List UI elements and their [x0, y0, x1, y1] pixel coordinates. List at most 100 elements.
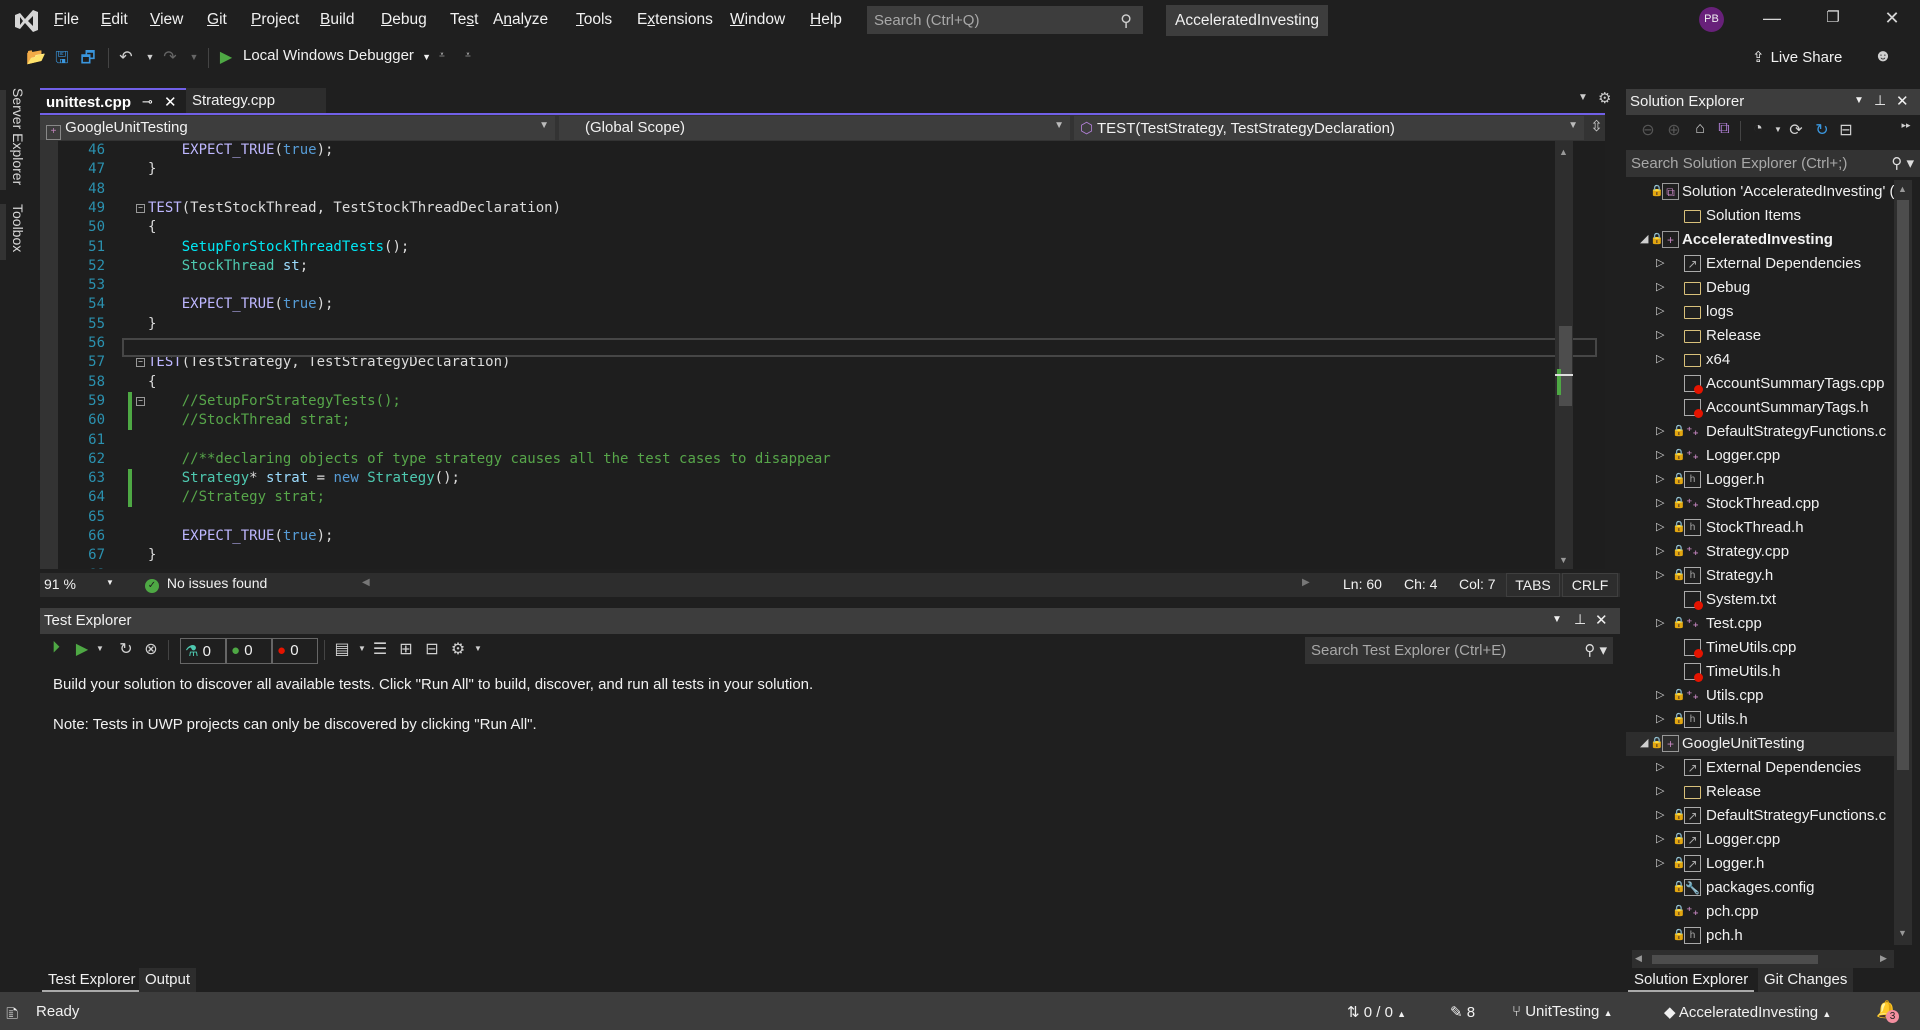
expand-arrow-icon[interactable]: ▷: [1656, 304, 1664, 317]
tree-item[interactable]: ▷ 🔒 ↗ DefaultStrategyFunctions.c: [1626, 804, 1894, 828]
redo-icon[interactable]: ↷: [160, 47, 180, 67]
search-icon[interactable]: ⚲ ▾: [1891, 154, 1914, 172]
expand-arrow-icon[interactable]: ▷: [1656, 496, 1664, 509]
scroll-left-icon[interactable]: ◀: [1635, 953, 1642, 964]
expand-arrow-icon[interactable]: ▷: [1656, 472, 1664, 485]
menu-test[interactable]: Test: [450, 11, 478, 29]
zoom-dropdown[interactable]: 91 % ▼: [44, 576, 116, 594]
tree-item[interactable]: ▷ 🔒 ⁺₊ Utils.cpp: [1626, 684, 1894, 708]
indentation-mode[interactable]: TABS: [1506, 573, 1560, 597]
tree-item[interactable]: ▷ 🔒 h Strategy.h: [1626, 564, 1894, 588]
refresh-icon[interactable]: ↻: [1812, 120, 1832, 140]
code-line[interactable]: 68: [40, 566, 1580, 569]
forward-icon[interactable]: ⊕: [1664, 120, 1684, 140]
member-dropdown[interactable]: ⬡ TEST(TestStrategy, TestStrategyDeclara…: [1074, 116, 1584, 140]
tab-list-dropdown-icon[interactable]: ▼: [1578, 92, 1588, 103]
tree-item[interactable]: Solution Items: [1626, 204, 1894, 228]
code-line[interactable]: 50 {: [40, 218, 1580, 237]
tree-item[interactable]: ▷ 🔒 ⁺₊ DefaultStrategyFunctions.c: [1626, 420, 1894, 444]
expand-arrow-icon[interactable]: ▷: [1656, 448, 1664, 461]
scope-dropdown[interactable]: (Global Scope) ▼: [559, 116, 1070, 140]
code-line[interactable]: 65: [40, 508, 1580, 527]
collapse-all-icon[interactable]: ⊟: [422, 639, 442, 659]
code-line[interactable]: 60 //StockThread strat;: [40, 411, 1580, 431]
tab-strategy-cpp[interactable]: Strategy.cpp: [186, 88, 326, 114]
expand-arrow-icon[interactable]: ▷: [1656, 352, 1664, 365]
scroll-right-icon[interactable]: ▶: [1880, 953, 1887, 964]
close-tab-icon[interactable]: ✕: [164, 93, 177, 111]
tab-git-changes[interactable]: Git Changes: [1758, 968, 1854, 992]
solution-tree-vertical-scrollbar[interactable]: ▲ ▼: [1894, 180, 1912, 945]
solution-explorer-search-input[interactable]: Search Solution Explorer (Ctrl+;) ⚲ ▾: [1626, 150, 1920, 177]
undo-dropdown-icon[interactable]: ▼: [140, 52, 160, 72]
expand-arrow-icon[interactable]: ▷: [1656, 280, 1664, 293]
toolbox-tab[interactable]: Toolbox: [10, 204, 26, 252]
tree-item[interactable]: ▷ ↗ External Dependencies: [1626, 252, 1894, 276]
rerun-failed-icon[interactable]: ↻: [116, 639, 136, 659]
code-line[interactable]: 63 Strategy* strat = new Strategy();: [40, 469, 1580, 489]
back-icon[interactable]: ⊖: [1638, 120, 1658, 140]
issues-indicator[interactable]: ✓ No issues found: [145, 575, 267, 593]
code-line[interactable]: 52 StockThread st;: [40, 257, 1580, 276]
line-number[interactable]: Ln: 60: [1343, 576, 1382, 592]
tree-item[interactable]: ▷ 🔒 ⁺₊ Test.cpp: [1626, 612, 1894, 636]
debugger-selector[interactable]: Local Windows Debugger ▼: [243, 47, 431, 64]
solution-name-badge[interactable]: AcceleratedInvesting: [1166, 5, 1328, 36]
collapse-icon[interactable]: −: [136, 203, 145, 213]
menu-window[interactable]: Window: [730, 11, 785, 29]
split-editor-icon[interactable]: ⇳: [1588, 117, 1605, 135]
tree-item[interactable]: ▷ ↗ External Dependencies: [1626, 756, 1894, 780]
group-by-icon[interactable]: ☰: [370, 639, 390, 659]
close-panel-icon[interactable]: ✕: [1595, 611, 1608, 629]
tree-item[interactable]: AccountSummaryTags.cpp: [1626, 372, 1894, 396]
test-explorer-search-input[interactable]: Search Test Explorer (Ctrl+E) ⚲ ▾: [1305, 637, 1613, 664]
code-line[interactable]: 59 − //SetupForStrategyTests();: [40, 391, 1580, 411]
expand-arrow-icon[interactable]: ▷: [1656, 712, 1664, 725]
playlist-dropdown-icon[interactable]: ▼: [352, 644, 372, 664]
home-icon[interactable]: ⌂: [1690, 120, 1710, 140]
toolbar-overflow-icon[interactable]: ⩡: [432, 50, 452, 70]
live-share-button[interactable]: ⇪ Live Share: [1752, 48, 1842, 66]
menu-edit[interactable]: Edit: [101, 11, 128, 29]
menu-debug[interactable]: Debug: [381, 11, 427, 29]
window-position-dropdown-icon[interactable]: ▼: [1552, 614, 1562, 625]
tree-item[interactable]: ▷ 🔒 ⁺₊ Strategy.cpp: [1626, 540, 1894, 564]
code-line[interactable]: 58 {: [40, 373, 1580, 392]
code-line[interactable]: 54 EXPECT_TRUE(true);: [40, 295, 1580, 314]
menu-project[interactable]: Project: [251, 11, 299, 29]
expand-arrow-icon[interactable]: ▷: [1656, 832, 1664, 845]
tree-item[interactable]: ▷ Debug: [1626, 276, 1894, 300]
menu-help[interactable]: Help: [810, 11, 842, 29]
global-search-input[interactable]: Search (Ctrl+Q) ⚲: [867, 6, 1143, 34]
code-editor[interactable]: 46 EXPECT_TRUE(true); 47} 48 49− TEST(TestSt…: [40, 141, 1605, 569]
tree-item[interactable]: ▷ Release: [1626, 780, 1894, 804]
toolbar-overflow-icon[interactable]: ⩡: [458, 50, 478, 70]
total-tests-counter[interactable]: ⚗ 0: [180, 638, 226, 664]
open-file-icon[interactable]: 📂: [26, 47, 46, 67]
settings-dropdown-icon[interactable]: ▼: [468, 644, 488, 664]
tree-item[interactable]: ▷ x64: [1626, 348, 1894, 372]
push-pull-indicator[interactable]: ⇅ 0 / 0 ▲: [1347, 1003, 1406, 1021]
switch-views-icon[interactable]: ⧉: [1714, 120, 1734, 140]
expand-arrow-icon[interactable]: ▷: [1656, 760, 1664, 773]
pending-changes-indicator[interactable]: ✎ 8: [1450, 1003, 1475, 1021]
collapse-icon[interactable]: −: [136, 396, 145, 406]
playlist-icon[interactable]: ▤: [332, 639, 352, 659]
code-line[interactable]: 46 EXPECT_TRUE(true);: [40, 141, 1580, 160]
code-line[interactable]: 47}: [40, 160, 1580, 179]
menu-analyze[interactable]: Analyze: [493, 11, 548, 29]
pin-icon[interactable]: ⊥: [1874, 92, 1886, 109]
tree-item[interactable]: System.txt: [1626, 588, 1894, 612]
collapse-arrow-icon[interactable]: ◢: [1640, 232, 1648, 245]
char-number[interactable]: Ch: 4: [1404, 576, 1437, 592]
code-line[interactable]: 62 //**declaring objects of type strateg…: [40, 450, 1580, 469]
tree-item[interactable]: TimeUtils.cpp: [1626, 636, 1894, 660]
menu-extensions[interactable]: Extensions: [637, 11, 713, 29]
avatar[interactable]: PB: [1699, 7, 1724, 32]
tree-item[interactable]: AccountSummaryTags.h: [1626, 396, 1894, 420]
solution-tree[interactable]: 🔒 ⧉ Solution 'AcceleratedInvesting' (2 Solu…: [1626, 180, 1894, 950]
search-icon[interactable]: ⚲: [1120, 11, 1132, 31]
expand-arrow-icon[interactable]: ▷: [1656, 424, 1664, 437]
tree-item[interactable]: ▷ 🔒 ↗ Logger.h: [1626, 852, 1894, 876]
menu-file[interactable]: File: [54, 11, 79, 29]
